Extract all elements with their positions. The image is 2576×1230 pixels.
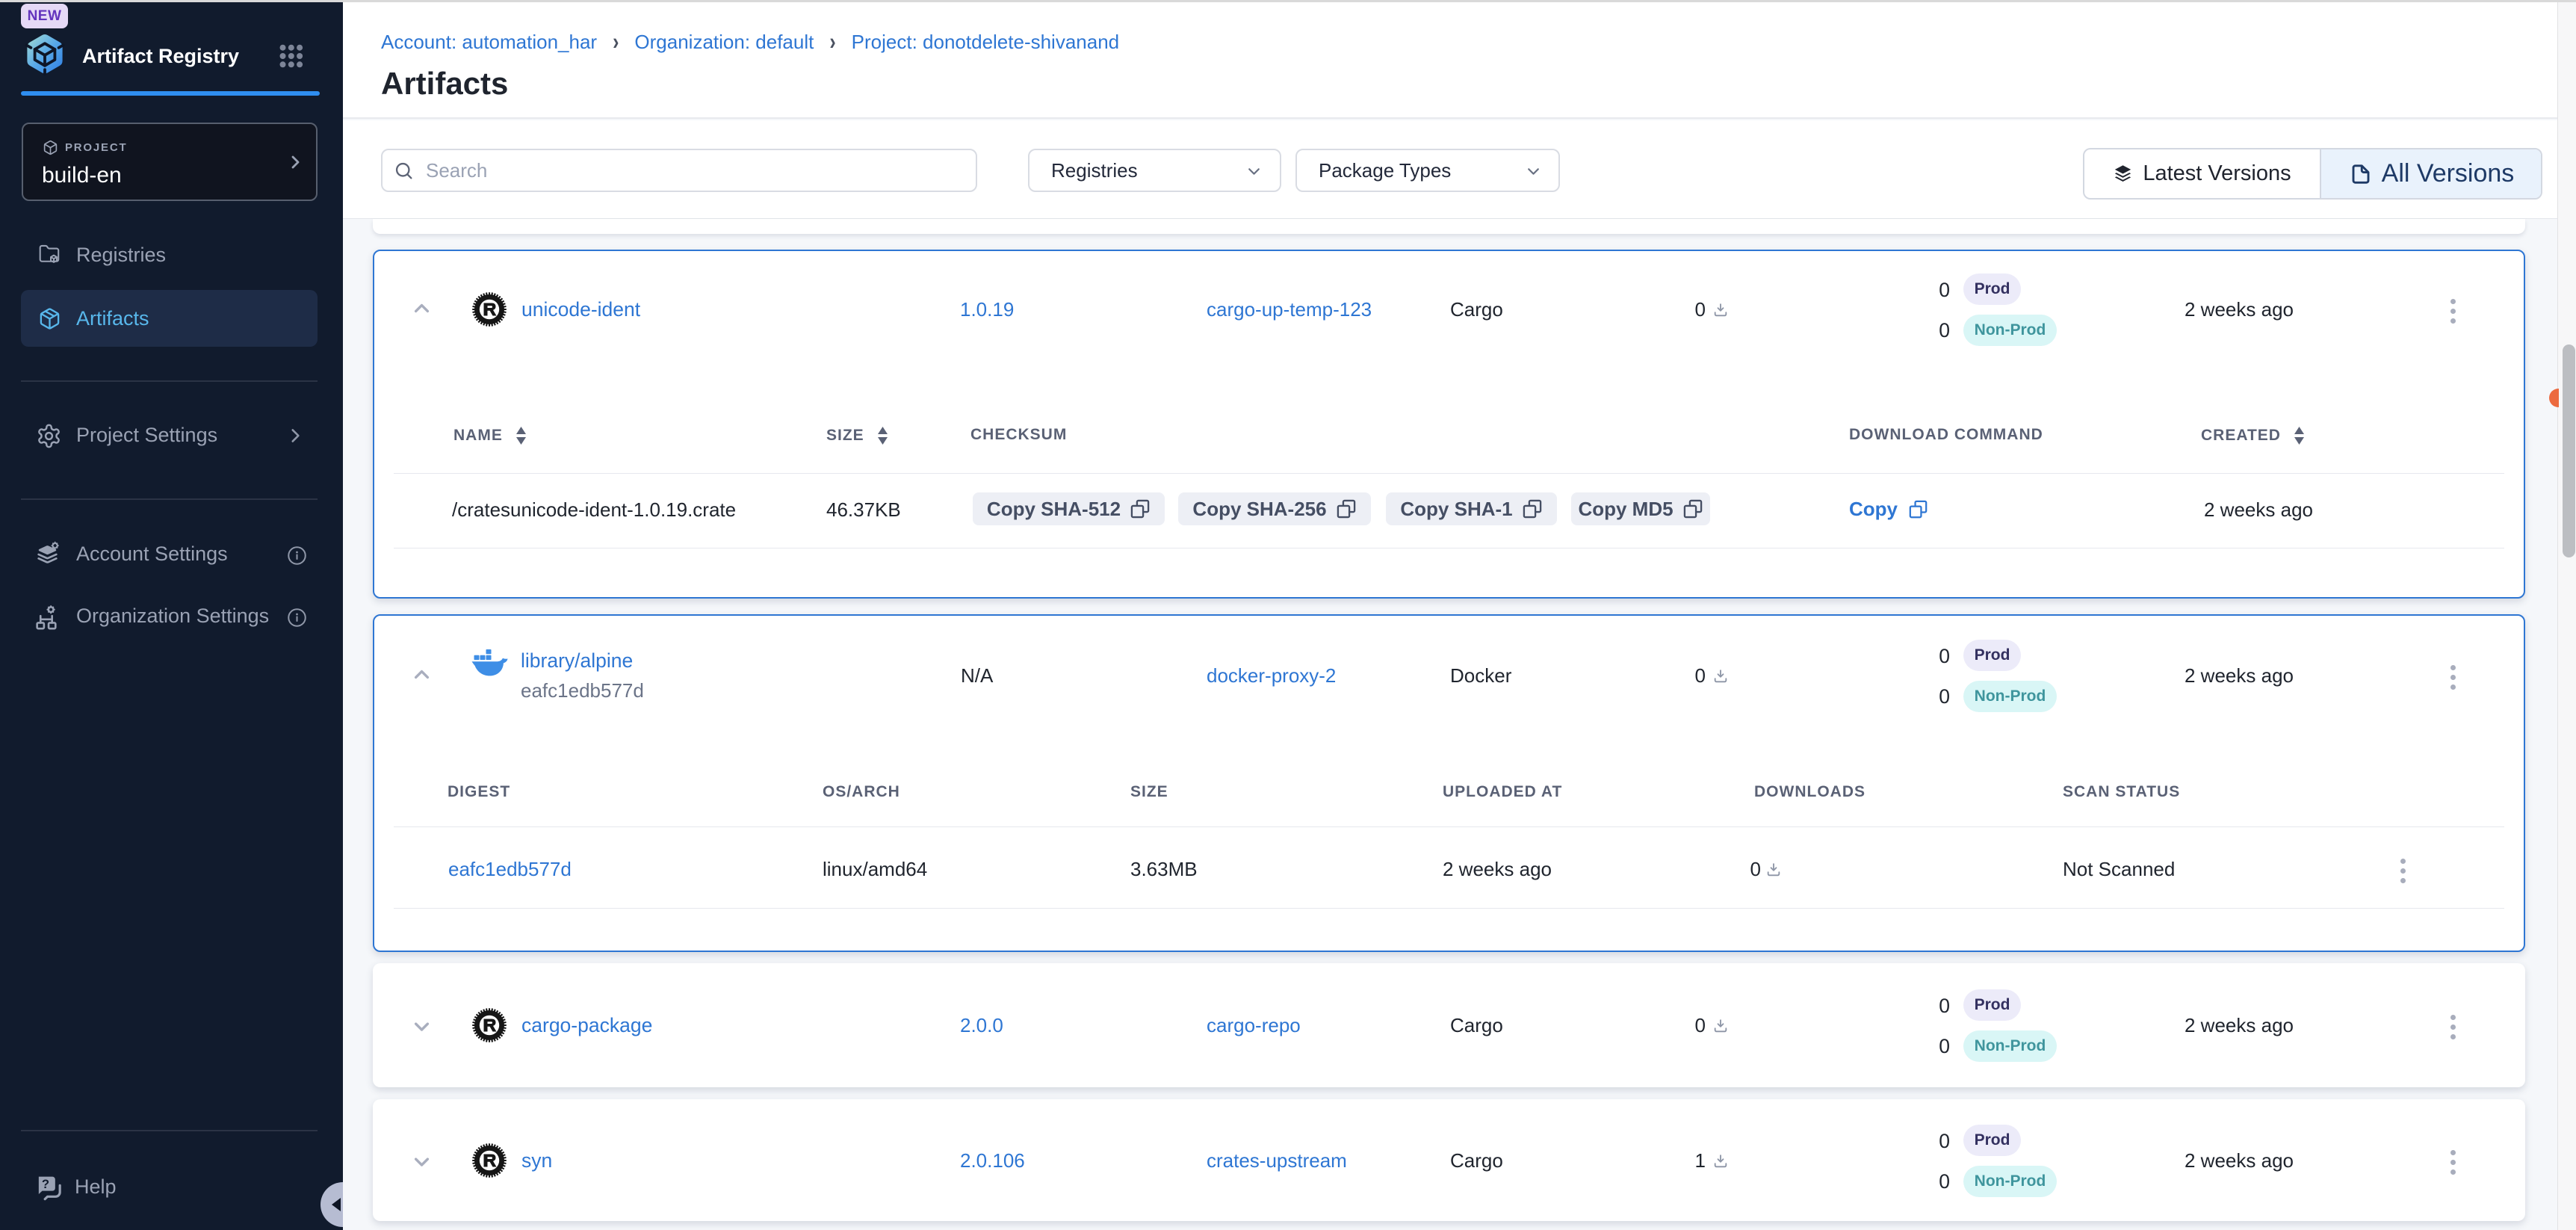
svg-text:?: ?	[42, 1177, 49, 1191]
